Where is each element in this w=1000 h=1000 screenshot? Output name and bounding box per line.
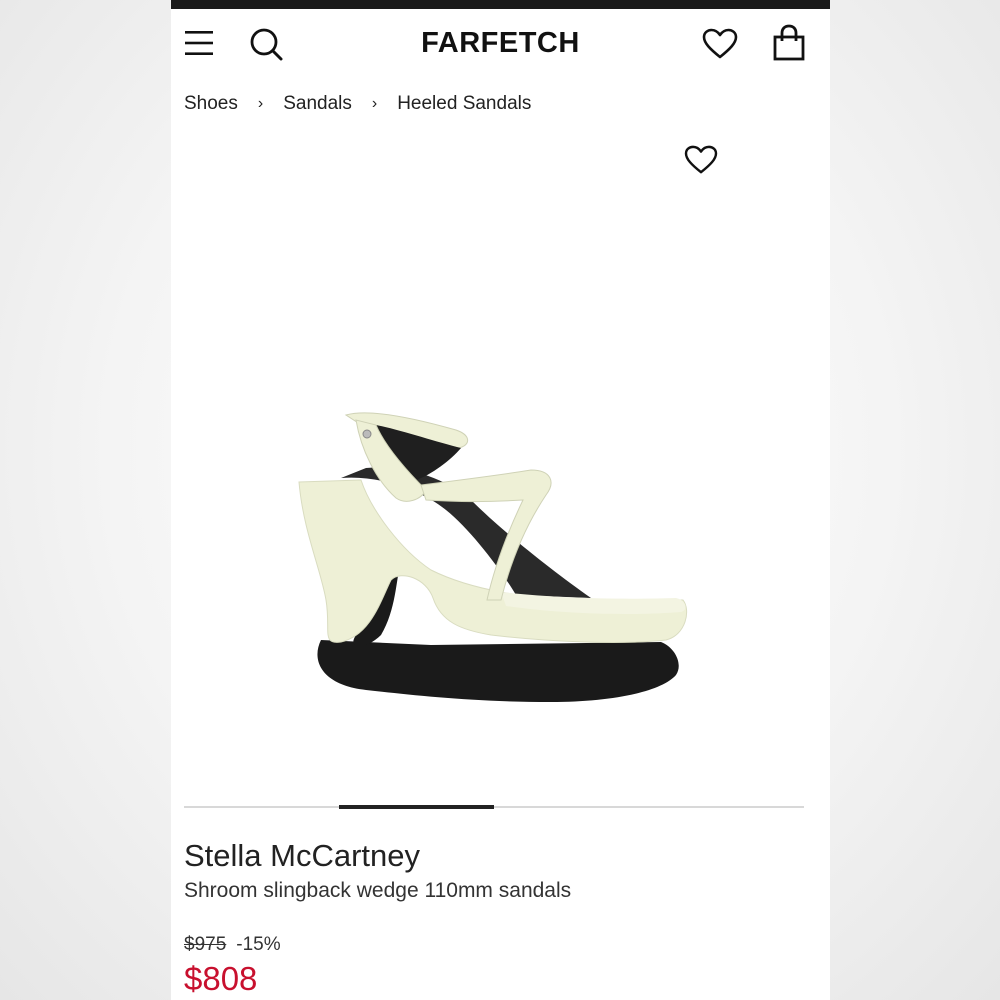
breadcrumb: Shoes › Sandals › Heeled Sandals [184, 93, 531, 115]
gallery-progress-bar [184, 805, 804, 809]
heart-icon[interactable] [701, 26, 739, 62]
sale-price: $808 [184, 960, 258, 997]
breadcrumb-shoes[interactable]: Shoes [184, 93, 238, 115]
heart-outline-icon[interactable] [681, 142, 721, 178]
discount-badge: -15% [236, 934, 281, 955]
breadcrumb-separator: › [371, 95, 378, 112]
product-brand[interactable]: Stella McCartney [184, 838, 420, 874]
shopping-bag-icon[interactable] [770, 23, 808, 63]
phone-screen: FARFETCH Shoes › Sandals › Heeled Sandal… [171, 0, 830, 1000]
product-image-sandal[interactable] [171, 130, 830, 800]
breadcrumb-separator: › [257, 95, 264, 112]
breadcrumb-heeled-sandals[interactable]: Heeled Sandals [397, 93, 531, 115]
breadcrumb-sandals[interactable]: Sandals [283, 93, 352, 115]
status-bar-strip [171, 0, 830, 9]
original-price: $975 [184, 934, 227, 955]
product-name: Shroom slingback wedge 110mm sandals [184, 879, 572, 902]
gallery-progress-fill [339, 805, 494, 809]
price-row: $975 -15% [184, 934, 281, 956]
site-header: FARFETCH [171, 9, 830, 79]
